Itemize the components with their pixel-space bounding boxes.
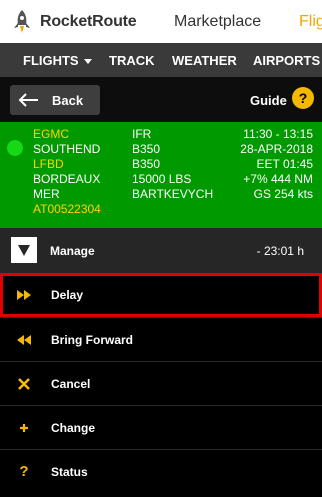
route-text: MER [33, 187, 60, 201]
action-status[interactable]: ? Status [0, 449, 322, 493]
help-icon[interactable]: ? [292, 87, 314, 109]
menu-track[interactable]: TRACK [109, 53, 155, 68]
menu-weather[interactable]: WEATHER [172, 53, 237, 68]
arrival-name: BORDEAUX [33, 172, 101, 186]
arrow-left-icon [18, 93, 38, 107]
sub-toolbar: Back Guide ? [0, 77, 322, 122]
departure-code: EGMC [33, 127, 69, 141]
aircraft-reg: B350 [132, 157, 161, 171]
departure-name: SOUTHEND [33, 142, 101, 156]
action-delay[interactable]: Delay [0, 273, 322, 317]
menu-airports[interactable]: AIRPORTS [253, 53, 320, 68]
flight-id: AT00522304 [33, 202, 101, 216]
arrival-code: LFBD [33, 157, 64, 171]
aircraft-type: B350 [132, 142, 161, 156]
rewind-icon [14, 330, 34, 350]
pilot-name: BARTKEVYCH [132, 187, 214, 201]
ground-speed: GS 254 kts [253, 187, 313, 201]
action-change[interactable]: Change [0, 405, 322, 449]
action-delay-label: Delay [51, 288, 84, 302]
manage-toggle[interactable]: Manage - 23:01 h [0, 228, 322, 273]
weight: 15000 LBS [132, 172, 192, 186]
eet: EET 01:45 [256, 157, 313, 171]
nav-flights[interactable]: Flig [299, 13, 322, 31]
action-status-label: Status [51, 465, 88, 479]
logo-text: RocketRoute [40, 12, 137, 30]
time-window: 11:30 - 13:15 [243, 127, 313, 141]
flight-summary-card[interactable]: EGMC SOUTHEND LFBD BORDEAUX MER AT005223… [0, 122, 322, 228]
action-bring-forward-label: Bring Forward [51, 333, 134, 347]
nav-marketplace[interactable]: Marketplace [174, 13, 261, 31]
manage-label: Manage [50, 244, 95, 258]
rocketroute-logo[interactable]: RocketRoute [12, 9, 137, 35]
menu-flights-label: FLIGHTS [23, 53, 79, 68]
close-icon [14, 374, 34, 394]
rocket-icon [14, 9, 30, 33]
action-cancel[interactable]: Cancel [0, 361, 322, 405]
flight-date: 28-APR-2018 [240, 142, 313, 156]
guide-label[interactable]: Guide [250, 93, 287, 108]
back-label: Back [52, 92, 84, 108]
action-bring-forward[interactable]: Bring Forward [0, 317, 322, 361]
question-icon: ? [19, 463, 29, 480]
action-change-label: Change [51, 421, 96, 435]
main-menu: FLIGHTS TRACK WEATHER AIRPORTS [0, 43, 322, 77]
top-header: RocketRoute Marketplace Flig [0, 0, 322, 43]
action-cancel-label: Cancel [51, 377, 91, 391]
plus-icon [14, 418, 34, 438]
status-indicator [7, 140, 23, 156]
time-remaining: - 23:01 h [256, 244, 304, 258]
chevron-down-icon [83, 59, 92, 65]
back-button[interactable]: Back [10, 85, 100, 115]
triangle-down-icon [11, 237, 37, 263]
fast-forward-icon [14, 285, 34, 305]
distance: +7% 444 NM [243, 172, 313, 186]
flight-rules: IFR [132, 127, 152, 141]
menu-flights[interactable]: FLIGHTS [23, 53, 92, 68]
